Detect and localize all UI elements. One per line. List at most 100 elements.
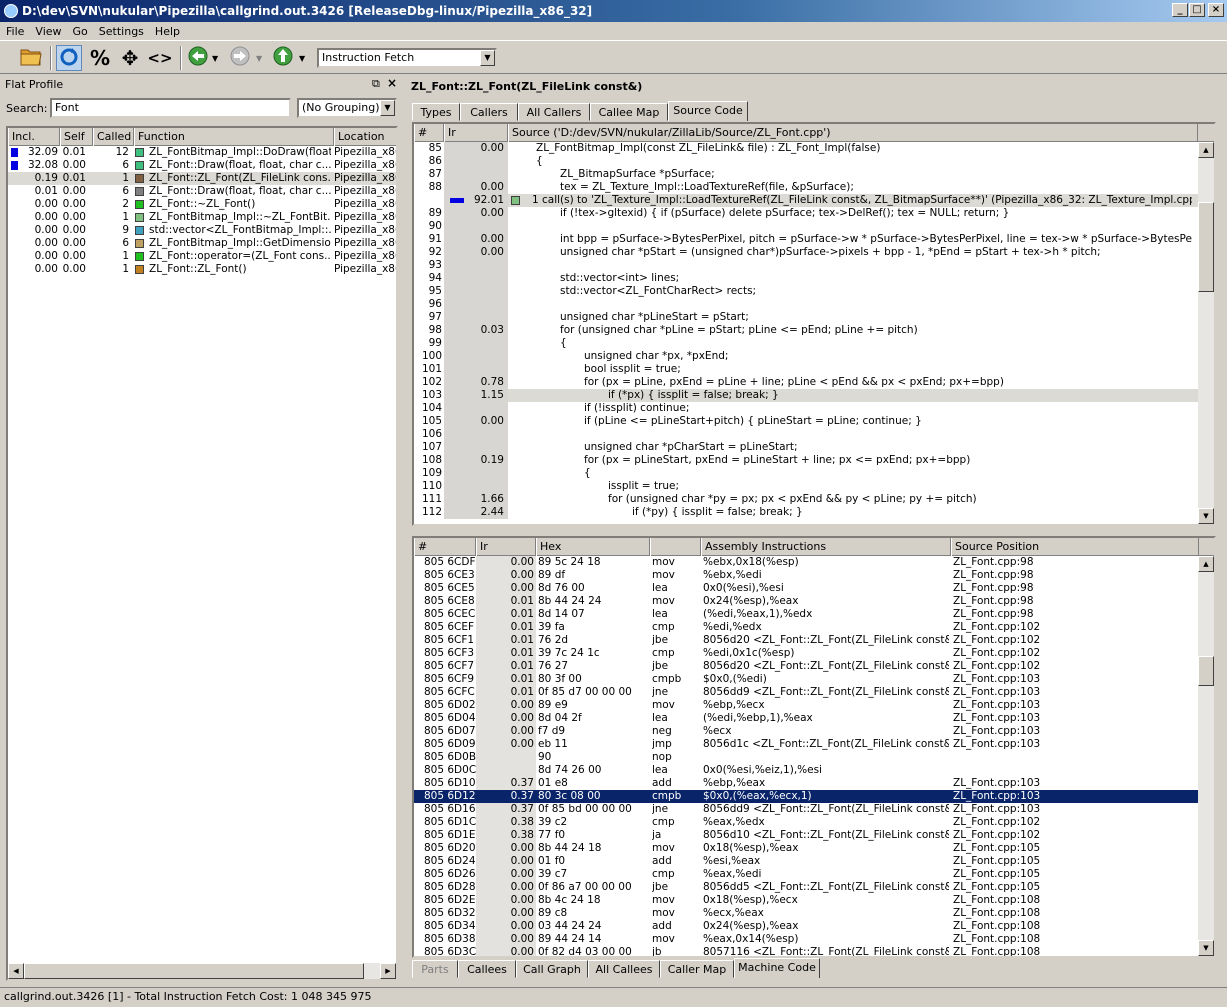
source-row[interactable]: 101 bool issplit = true; <box>414 363 1198 376</box>
source-row[interactable]: 90 <box>414 220 1198 233</box>
source-row[interactable]: 111 1.66 for (unsigned char *py = px; px <… <box>414 493 1198 506</box>
flat-profile-list[interactable]: Incl. Self Called Function Location 32.0… <box>6 126 398 981</box>
asm-row[interactable]: 805 6CE8 0.01 8b 44 24 24 mov 0x24(%esp),%ea… <box>414 595 1198 608</box>
tab-all-callees[interactable]: All Callees <box>588 960 660 978</box>
flat-profile-row[interactable]: 0.00 0.00 6 ZL_FontBitmap_Impl::GetDimensio… <box>8 237 396 250</box>
asm-row[interactable]: 805 6D07 0.00 f7 d9 neg %ecx ZL_Font.cpp:103 <box>414 725 1198 738</box>
search-input[interactable]: Font <box>50 98 291 118</box>
asm-row[interactable]: 805 6D02 0.00 89 e9 mov %ebp,%ecx ZL_Font.cpp… <box>414 699 1198 712</box>
source-row[interactable]: 95 std::vector<ZL_FontCharRect> rects; <box>414 285 1198 298</box>
source-row[interactable]: 89 0.00 if (!tex->gltexid) { if (pSurface)… <box>414 207 1198 220</box>
source-row[interactable]: 102 0.78 for (px = pLine, pxEnd = pLine + … <box>414 376 1198 389</box>
source-row[interactable]: 105 0.00 if (pLine <= pLineStart+pitch) { … <box>414 415 1198 428</box>
source-row[interactable]: 107 unsigned char *pCharStart = pLineStar… <box>414 441 1198 454</box>
col-function[interactable]: Function <box>134 128 334 146</box>
col-asm-ir[interactable]: Ir <box>476 538 536 556</box>
menu-view[interactable]: View <box>29 22 66 38</box>
asm-row[interactable]: 805 6CEC 0.01 8d 14 07 lea (%edi,%eax,1),%ed… <box>414 608 1198 621</box>
asm-row[interactable]: 805 6CE3 0.00 89 df mov %ebx,%edi ZL_Font.cpp… <box>414 569 1198 582</box>
asm-row[interactable]: 805 6D3C 0.00 0f 82 d4 03 00 00 jb 8057116 <… <box>414 946 1198 956</box>
tab-types[interactable]: Types <box>412 103 460 121</box>
asm-row[interactable]: 805 6D12 0.37 80 3c 08 00 cmpb $0x0,(%eax,%e… <box>414 790 1198 803</box>
source-row[interactable]: 99 { <box>414 337 1198 350</box>
tab-all-callers[interactable]: All Callers <box>518 103 590 121</box>
col-source[interactable]: Source ('D:/dev/SVN/nukular/ZillaLib/Sou… <box>508 124 1198 142</box>
maximize-button[interactable]: □ <box>1189 3 1205 17</box>
source-row[interactable]: 88 0.00 tex = ZL_Texture_Impl::LoadTexture… <box>414 181 1198 194</box>
asm-row[interactable]: 805 6D26 0.00 39 c7 cmp %eax,%edi ZL_Font.cpp… <box>414 868 1198 881</box>
back-dropdown-icon[interactable]: ▼ <box>212 54 218 63</box>
asm-row[interactable]: 805 6CEF 0.01 39 fa cmp %edi,%edx ZL_Font.cpp… <box>414 621 1198 634</box>
col-called[interactable]: Called <box>93 128 134 146</box>
asm-row[interactable]: 805 6D20 0.00 8b 44 24 18 mov 0x18(%esp),%ea… <box>414 842 1198 855</box>
source-row[interactable]: 98 0.03 for (unsigned char *pLine = pStart… <box>414 324 1198 337</box>
menu-file[interactable]: File <box>0 22 29 38</box>
close-panel-icon[interactable]: × <box>387 76 397 90</box>
chevron-down-icon[interactable]: ▼ <box>480 50 495 66</box>
source-row[interactable]: 93 <box>414 259 1198 272</box>
source-row[interactable]: 97 unsigned char *pLineStart = pStart; <box>414 311 1198 324</box>
grouping-select[interactable]: (No Grouping) ▼ <box>297 98 397 118</box>
up-dropdown-icon[interactable]: ▼ <box>299 54 305 63</box>
asm-row[interactable]: 805 6D10 0.37 01 e8 add %ebp,%eax ZL_Font.cpp… <box>414 777 1198 790</box>
tab-caller-map[interactable]: Caller Map <box>660 960 734 978</box>
asm-row[interactable]: 805 6CE5 0.00 8d 76 00 lea 0x0(%esi),%esi ZL_… <box>414 582 1198 595</box>
menu-settings[interactable]: Settings <box>93 22 149 38</box>
asm-row[interactable]: 805 6D24 0.00 01 f0 add %esi,%eax ZL_Font.cpp… <box>414 855 1198 868</box>
col-opcode[interactable] <box>650 538 701 556</box>
tab-callers[interactable]: Callers <box>460 103 518 121</box>
source-row[interactable]: 85 0.00 ZL_FontBitmap_Impl(const ZL_FileLi… <box>414 142 1198 155</box>
col-instructions[interactable]: Assembly Instructions <box>701 538 951 556</box>
chevron-down-icon[interactable]: ▼ <box>380 100 395 116</box>
forward-dropdown-icon[interactable]: ▼ <box>256 54 262 63</box>
asm-row[interactable]: 805 6D0B 90 nop <box>414 751 1198 764</box>
flat-profile-row[interactable]: 0.01 0.00 6 ZL_Font::Draw(float, float, cha… <box>8 185 396 198</box>
col-address[interactable]: # <box>414 538 476 556</box>
source-row[interactable]: 104 if (!issplit) continue; <box>414 402 1198 415</box>
forward-icon[interactable] <box>227 45 253 71</box>
source-call-row[interactable]: 92.01 1 call(s) to 'ZL_Texture_Impl::Load… <box>414 194 1198 207</box>
asm-scrollbar[interactable]: ▲ ▼ <box>1198 556 1214 956</box>
asm-row[interactable]: 805 6CF9 0.01 80 3f 00 cmpb $0x0,(%edi) ZL_Fo… <box>414 673 1198 686</box>
source-row[interactable]: 109 { <box>414 467 1198 480</box>
col-incl[interactable]: Incl. <box>8 128 60 146</box>
asm-row[interactable]: 805 6D1E 0.38 77 f0 ja 8056d10 <ZL_Font::ZL_… <box>414 829 1198 842</box>
flat-profile-row[interactable]: 0.00 0.00 1 ZL_Font::ZL_Font() Pipezilla_x86… <box>8 263 396 276</box>
source-row[interactable]: 91 0.00 int bpp = pSurface->BytesPerPixel,… <box>414 233 1198 246</box>
asm-row[interactable]: 805 6D2E 0.00 8b 4c 24 18 mov 0x18(%esp),%ec… <box>414 894 1198 907</box>
source-row[interactable]: 94 std::vector<int> lines; <box>414 272 1198 285</box>
move-icon[interactable]: ✥ <box>117 45 143 71</box>
col-hex[interactable]: Hex <box>536 538 650 556</box>
source-row[interactable]: 108 0.19 for (px = pLineStart, pxEnd = pLi… <box>414 454 1198 467</box>
menu-go[interactable]: Go <box>67 22 93 38</box>
flat-profile-row[interactable]: 0.00 0.00 9 std::vector<ZL_FontBitmap_Impl:… <box>8 224 396 237</box>
tab-parts[interactable]: Parts <box>412 960 458 978</box>
reload-icon[interactable] <box>56 45 82 71</box>
asm-row[interactable]: 805 6D0C 8d 74 26 00 lea 0x0(%esi,%eiz,1),%… <box>414 764 1198 777</box>
col-ir[interactable]: Ir <box>444 124 508 142</box>
percent-icon[interactable]: % <box>87 45 113 71</box>
col-self[interactable]: Self <box>60 128 93 146</box>
asm-row[interactable]: 805 6D38 0.00 89 44 24 14 mov %eax,0x14(%esp… <box>414 933 1198 946</box>
source-row[interactable]: 106 <box>414 428 1198 441</box>
close-button[interactable]: × <box>1208 3 1224 17</box>
minimize-button[interactable]: _ <box>1172 3 1188 17</box>
asm-row[interactable]: 805 6D34 0.00 03 44 24 24 add 0x24(%esp),%ea… <box>414 920 1198 933</box>
tab-source-code[interactable]: Source Code <box>668 101 748 121</box>
asm-row[interactable]: 805 6CF7 0.01 76 27 jbe 8056d20 <ZL_Font::ZL… <box>414 660 1198 673</box>
flat-profile-row[interactable]: 0.00 0.00 1 ZL_FontBitmap_Impl::~ZL_FontBit… <box>8 211 396 224</box>
flat-profile-row[interactable]: 32.09 0.01 12 ZL_FontBitmap_Impl::DoDraw(fl… <box>8 146 396 159</box>
event-type-select[interactable]: Instruction Fetch ▼ <box>317 48 497 68</box>
menu-help[interactable]: Help <box>149 22 185 38</box>
flat-profile-row[interactable]: 0.00 0.00 2 ZL_Font::~ZL_Font() Pipezilla_x8… <box>8 198 396 211</box>
up-icon[interactable] <box>270 45 296 71</box>
source-row[interactable]: 87 ZL_BitmapSurface *pSurface; <box>414 168 1198 181</box>
col-source-position[interactable]: Source Position <box>951 538 1199 556</box>
flat-profile-row[interactable]: 32.08 0.00 6 ZL_Font::Draw(float, float, ch… <box>8 159 396 172</box>
source-row[interactable]: 112 2.44 if (*py) { issplit = false; break… <box>414 506 1198 519</box>
horizontal-scrollbar[interactable]: ◀ ▶ <box>8 963 396 979</box>
flat-profile-row[interactable]: 0.19 0.01 1 ZL_Font::ZL_Font(ZL_FileLink co… <box>8 172 396 185</box>
open-icon[interactable] <box>18 45 44 71</box>
tab-machine-code[interactable]: Machine Code <box>734 958 820 978</box>
asm-row[interactable]: 805 6CF1 0.01 76 2d jbe 8056d20 <ZL_Font::ZL… <box>414 634 1198 647</box>
